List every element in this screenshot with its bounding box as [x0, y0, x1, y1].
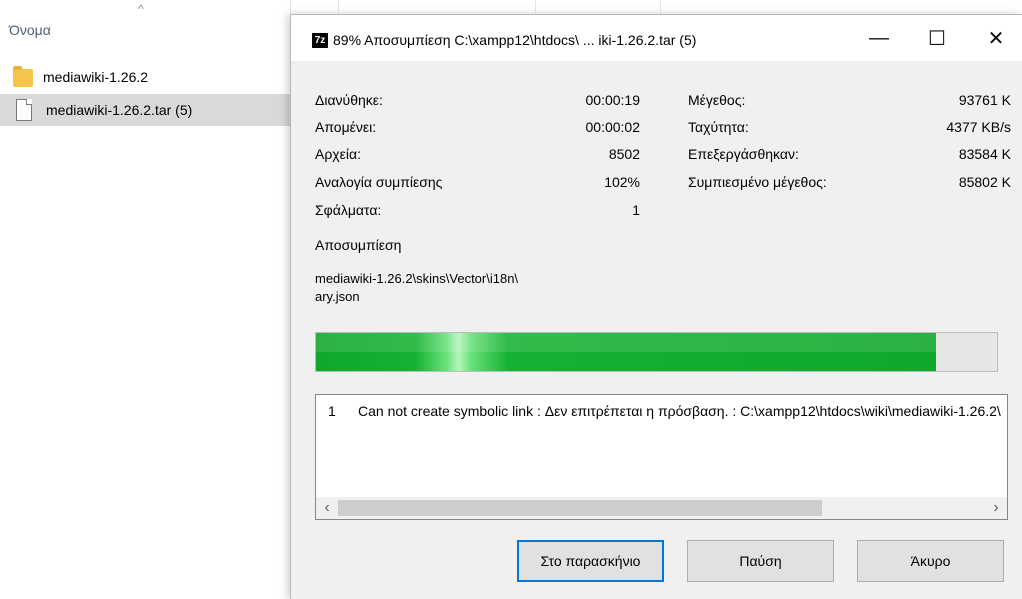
- current-file-name: ary.json: [315, 289, 360, 304]
- error-log-list[interactable]: 1 Can not create symbolic link : Δεν επι…: [315, 394, 1008, 520]
- files-label: Αρχεία:: [315, 146, 361, 162]
- file-name: mediawiki-1.26.2.tar (5): [46, 102, 193, 118]
- speed-label: Ταχύτητα:: [688, 119, 749, 135]
- scroll-right-icon[interactable]: ›: [985, 497, 1007, 519]
- horizontal-scrollbar[interactable]: ‹ ›: [316, 497, 1007, 519]
- close-icon: ✕: [987, 27, 1005, 50]
- files-value: 8502: [608, 146, 640, 162]
- progress-bar: [315, 332, 998, 372]
- close-button[interactable]: ✕: [973, 15, 1019, 61]
- name-column-header[interactable]: Όνομα ^: [0, 0, 291, 48]
- processed-value: 83584 K: [958, 146, 1011, 162]
- ratio-value: 102%: [604, 174, 640, 190]
- scroll-left-icon[interactable]: ‹: [316, 497, 338, 519]
- background-button[interactable]: Στο παρασκήνιο: [517, 540, 664, 582]
- current-file-path: mediawiki-1.26.2\skins\Vector\i18n\: [315, 271, 519, 286]
- sort-ascending-icon: ^: [138, 2, 144, 16]
- file-row-folder[interactable]: mediawiki-1.26.2: [0, 61, 290, 93]
- elapsed-value: 00:00:19: [585, 92, 641, 108]
- pause-button[interactable]: Παύση: [687, 540, 834, 582]
- maximize-icon: ☐: [928, 27, 946, 50]
- document-icon: [16, 99, 32, 121]
- column-header-label: Όνομα: [9, 22, 51, 38]
- maximize-button[interactable]: ☐: [914, 15, 960, 61]
- packed-size-value: 85802 K: [958, 174, 1011, 190]
- column-divider: [535, 0, 536, 14]
- window-title: 89% Αποσυμπίεση C:\xampp12\htdocs\ ... i…: [333, 32, 697, 48]
- size-label: Μέγεθος:: [688, 92, 746, 108]
- ratio-label: Αναλογία συμπίεσης: [315, 174, 443, 190]
- packed-size-label: Συμπιεσμένο μέγεθος:: [688, 174, 827, 190]
- processed-label: Επεξεργάσθηκαν:: [688, 146, 799, 162]
- progress-fill: [316, 333, 936, 371]
- elapsed-label: Διανύθηκε:: [315, 92, 383, 108]
- column-divider: [660, 0, 661, 14]
- title-bar[interactable]: 7z 89% Αποσυμπίεση C:\xampp12\htdocs\ ..…: [291, 15, 1022, 61]
- operation-label: Αποσυμπίεση: [315, 237, 402, 253]
- size-value: 93761 K: [958, 92, 1011, 108]
- file-row-tar[interactable]: mediawiki-1.26.2.tar (5): [0, 94, 290, 126]
- minimize-button[interactable]: —: [856, 15, 902, 61]
- scrollbar-thumb[interactable]: [338, 500, 822, 516]
- extraction-progress-dialog: 7z 89% Αποσυμπίεση C:\xampp12\htdocs\ ..…: [290, 14, 1022, 599]
- column-divider: [338, 0, 339, 14]
- errors-label: Σφάλματα:: [315, 202, 382, 218]
- error-message: Can not create symbolic link : Δεν επιτρ…: [358, 403, 1001, 419]
- folder-icon: [13, 66, 33, 87]
- error-number: 1: [328, 403, 336, 419]
- cancel-button[interactable]: Άκυρο: [857, 540, 1004, 582]
- speed-value: 4377 KB/s: [946, 119, 1011, 135]
- minimize-icon: —: [869, 26, 889, 49]
- 7zip-icon: 7z: [312, 33, 328, 48]
- remaining-label: Απομένει:: [315, 119, 377, 135]
- file-name: mediawiki-1.26.2: [43, 69, 149, 85]
- remaining-value: 00:00:02: [585, 119, 641, 135]
- errors-value: 1: [632, 202, 640, 218]
